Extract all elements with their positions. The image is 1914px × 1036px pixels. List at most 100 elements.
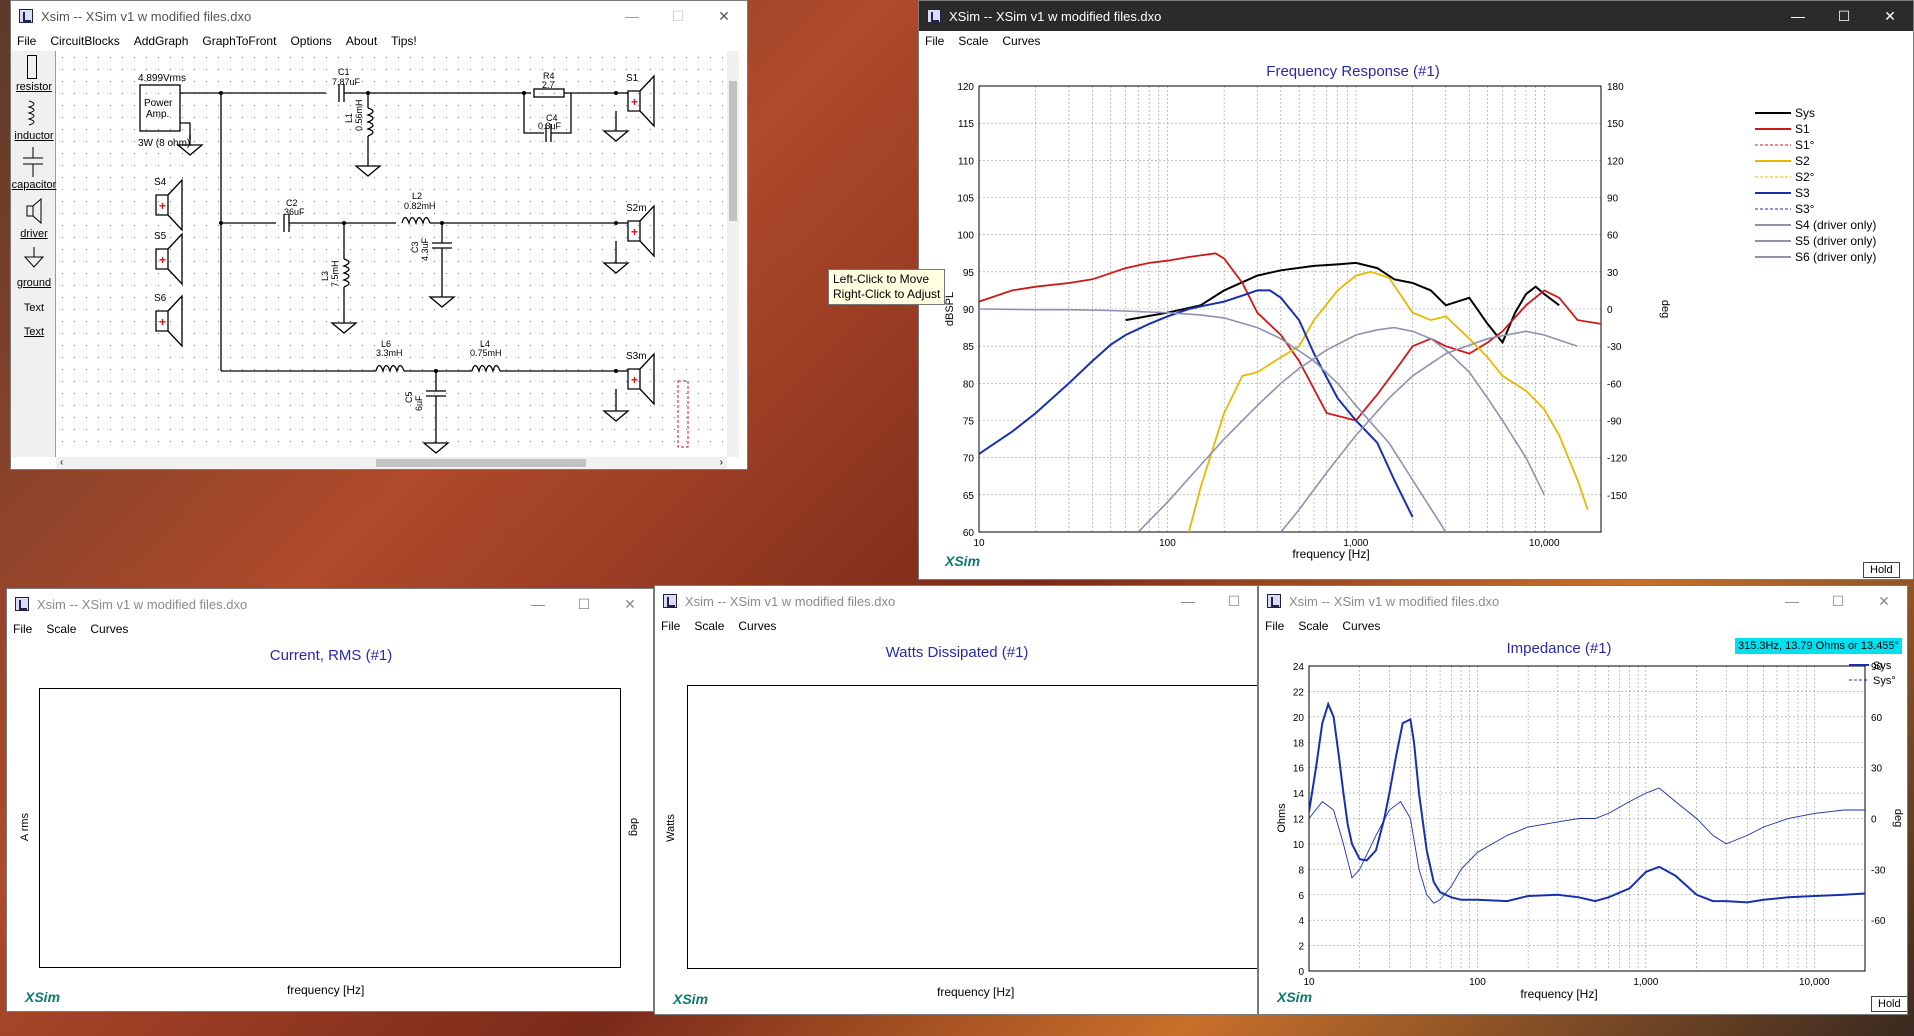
impedance-titlebar[interactable]: Xsim -- XSim v1 w modified files.dxo — ☐…: [1259, 586, 1907, 616]
grid-dot: [566, 441, 567, 442]
schematic-canvas[interactable]: 4.899VrmsPowerAmp.3W (8 ohm)C17.87uFL1 0.…: [56, 51, 736, 457]
menu-addgraph[interactable]: AddGraph: [134, 34, 189, 48]
watts-plot-area[interactable]: [687, 685, 1257, 969]
vertical-scrollbar[interactable]: [727, 51, 739, 457]
maximize-icon[interactable]: ☐: [1821, 1, 1867, 31]
tool-resistor[interactable]: resistor: [11, 81, 57, 93]
horizontal-scrollbar[interactable]: ‹ ›: [56, 457, 727, 469]
freq-titlebar[interactable]: XSim -- XSim v1 w modified files.dxo — ☐…: [919, 1, 1913, 31]
menu-curves[interactable]: Curves: [1002, 34, 1040, 48]
menu-curves[interactable]: Curves: [90, 622, 128, 636]
menu-options[interactable]: Options: [290, 34, 331, 48]
tool-capacitor[interactable]: capacitor: [11, 179, 57, 191]
inductor-tool-icon[interactable]: [23, 99, 43, 127]
menu-about[interactable]: About: [346, 34, 377, 48]
capacitor-symbol[interactable]: [426, 390, 446, 397]
grid-dot: [278, 441, 279, 442]
ground-symbol[interactable]: [602, 253, 630, 274]
menu-tips-[interactable]: Tips!: [391, 34, 417, 48]
grid-dot: [314, 249, 315, 250]
tool-driver[interactable]: driver: [11, 228, 57, 240]
grid-dot: [578, 177, 579, 178]
menu-file[interactable]: File: [13, 622, 32, 636]
menu-scale[interactable]: Scale: [958, 34, 988, 48]
grid-dot: [230, 141, 231, 142]
menu-file[interactable]: File: [1265, 619, 1284, 633]
grid-dot: [218, 309, 219, 310]
watts-titlebar[interactable]: Xsim -- XSim v1 w modified files.dxo — ☐: [655, 586, 1257, 616]
impedance-hold-button[interactable]: Hold: [1871, 996, 1907, 1012]
impedance-chart[interactable]: Impedance (#1)24222018161412108642090603…: [1259, 636, 1907, 1014]
grid-dot: [470, 393, 471, 394]
close-icon[interactable]: ✕: [701, 1, 747, 31]
grid-dot: [266, 393, 267, 394]
grid-dot: [542, 165, 543, 166]
menu-scale[interactable]: Scale: [46, 622, 76, 636]
close-icon[interactable]: ✕: [607, 589, 653, 619]
scroll-right-arrow[interactable]: ›: [720, 457, 723, 468]
vertical-scrollbar-thumb[interactable]: [729, 81, 737, 221]
close-icon[interactable]: ✕: [1861, 586, 1907, 616]
tool-inductor[interactable]: inductor: [11, 130, 57, 142]
menu-file[interactable]: File: [925, 34, 944, 48]
maximize-icon[interactable]: ☐: [1815, 586, 1861, 616]
minimize-icon[interactable]: —: [609, 1, 655, 31]
grid-dot: [182, 357, 183, 358]
maximize-icon[interactable]: ☐: [561, 589, 607, 619]
grid-dot: [650, 81, 651, 82]
driver-tool-icon[interactable]: [23, 197, 45, 225]
resistor-r4-icon[interactable]: [533, 88, 565, 98]
tool-ground[interactable]: ground: [11, 277, 57, 289]
ground-symbol[interactable]: [330, 313, 358, 334]
close-icon[interactable]: ✕: [1867, 1, 1913, 31]
menu-scale[interactable]: Scale: [694, 619, 724, 633]
inductor-symbol[interactable]: [375, 364, 405, 374]
maximize-icon[interactable]: ☐: [1211, 586, 1257, 616]
inductor-symbol[interactable]: [366, 107, 374, 137]
minimize-icon[interactable]: —: [1165, 586, 1211, 616]
capacitor-symbol[interactable]: [432, 242, 452, 249]
menu-file[interactable]: File: [661, 619, 680, 633]
minimize-icon[interactable]: —: [1775, 1, 1821, 31]
menu-circuitblocks[interactable]: CircuitBlocks: [50, 34, 119, 48]
main-titlebar[interactable]: Xsim -- XSim v1 w modified files.dxo — ☐…: [11, 1, 747, 31]
grid-dot: [638, 285, 639, 286]
menu-file[interactable]: File: [17, 34, 36, 48]
grid-dot: [530, 321, 531, 322]
menu-curves[interactable]: Curves: [1342, 619, 1380, 633]
grid-dot: [602, 153, 603, 154]
inductor-symbol[interactable]: [471, 364, 501, 374]
grid-dot: [506, 129, 507, 130]
ground-symbol[interactable]: [428, 287, 456, 308]
inductor-symbol[interactable]: [342, 258, 350, 288]
tool-text-2[interactable]: Text: [11, 326, 57, 338]
current-plot-area[interactable]: [39, 688, 621, 968]
schematic-area[interactable]: resistor inductor capacitor driver groun…: [11, 51, 739, 469]
scroll-left-arrow[interactable]: ‹: [60, 457, 63, 468]
ground-symbol[interactable]: [422, 433, 450, 454]
menu-graphtofront[interactable]: GraphToFront: [202, 34, 276, 48]
grid-dot: [218, 237, 219, 238]
menu-scale[interactable]: Scale: [1298, 619, 1328, 633]
grid-dot: [122, 381, 123, 382]
maximize-icon[interactable]: ☐: [655, 1, 701, 31]
menu-curves[interactable]: Curves: [738, 619, 776, 633]
ground-symbol[interactable]: [354, 156, 382, 177]
resistor-tool-icon[interactable]: [27, 55, 37, 79]
horizontal-scrollbar-thumb[interactable]: [376, 459, 586, 467]
grid-dot: [530, 153, 531, 154]
grid-dot: [602, 129, 603, 130]
tool-text-1[interactable]: Text: [11, 302, 57, 314]
freq-hold-button[interactable]: Hold: [1863, 562, 1900, 578]
ground-tool-icon[interactable]: [23, 247, 45, 273]
inductor-symbol[interactable]: [401, 216, 431, 226]
minimize-icon[interactable]: —: [1769, 586, 1815, 616]
current-titlebar[interactable]: Xsim -- XSim v1 w modified files.dxo — ☐…: [7, 589, 653, 619]
minimize-icon[interactable]: —: [515, 589, 561, 619]
ground-symbol[interactable]: [602, 401, 630, 422]
ground-symbol[interactable]: [602, 121, 630, 142]
grid-dot: [158, 417, 159, 418]
capacitor-tool-icon[interactable]: [21, 147, 45, 177]
freq-response-chart[interactable]: Frequency Response (#1)12011511010510095…: [919, 51, 1913, 579]
grid-dot: [566, 309, 567, 310]
